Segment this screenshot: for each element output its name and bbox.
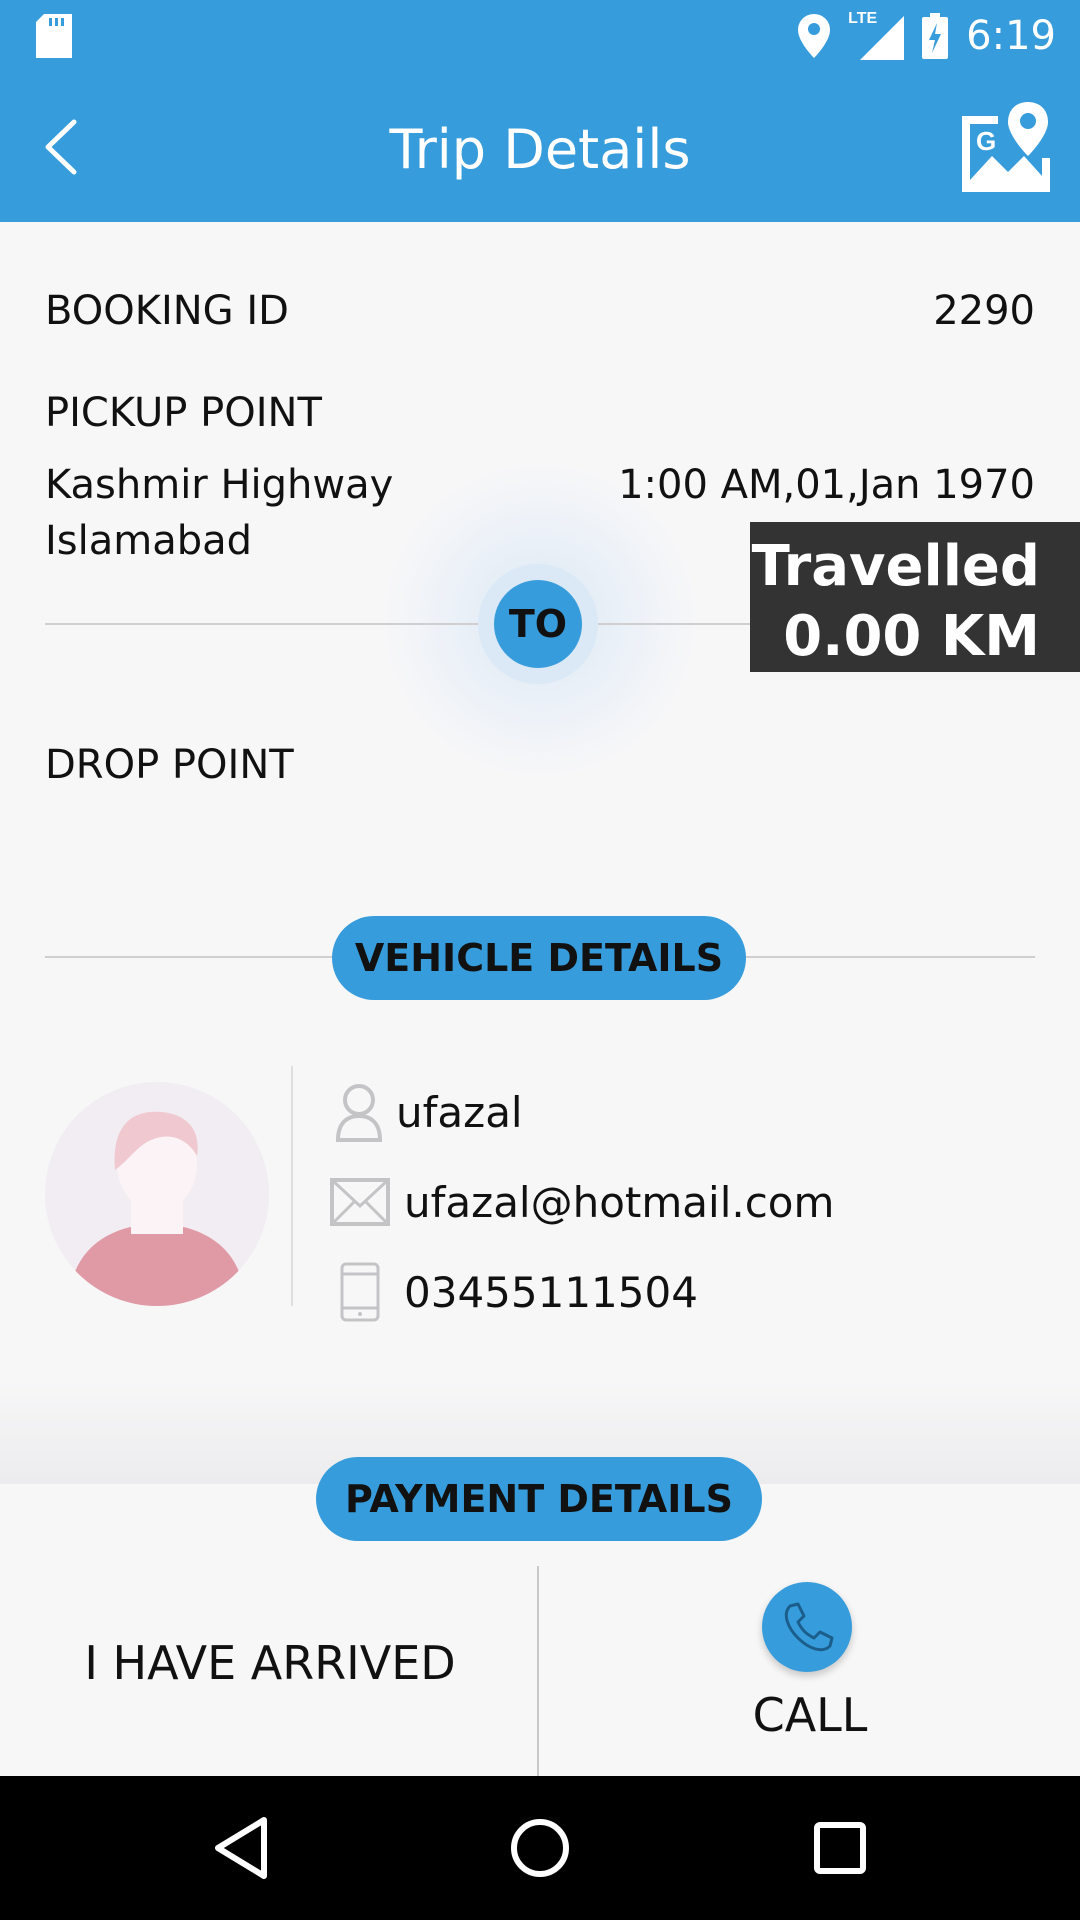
avatar [45,1082,269,1306]
travelled-label: Travelled [751,534,1040,599]
phone-icon [340,1262,380,1322]
page-title: Trip Details [389,118,691,181]
lte-signal-icon: LTE [848,10,905,60]
pickup-address-line1: Kashmir Highway [45,462,394,508]
status-bar: LTE 6:19 [0,0,1080,72]
driver-email[interactable]: ufazal@hotmail.com [404,1178,834,1227]
svg-text:G: G [976,126,996,156]
location-icon [798,14,831,58]
user-icon [335,1084,383,1142]
booking-id-value: 2290 [933,288,1035,334]
email-icon [330,1178,390,1226]
travelled-distance-overlay: Travelled 0.00 KM [750,522,1080,672]
nav-back-icon[interactable] [212,1816,270,1880]
booking-id-label: BOOKING ID [45,288,289,334]
nav-home-icon[interactable] [510,1818,570,1878]
phone-call-icon [784,1602,834,1652]
system-navigation-bar [0,1776,1080,1920]
driver-name: ufazal [396,1088,523,1137]
drop-point-label: DROP POINT [45,742,294,788]
battery-charging-icon [922,13,949,59]
vehicle-details-button[interactable]: VEHICLE DETAILS [332,916,746,1000]
travelled-value: 0.00 KM [783,604,1040,669]
nav-recents-icon[interactable] [814,1822,866,1874]
app-bar: Trip Details G [0,72,1080,222]
payment-details-button[interactable]: PAYMENT DETAILS [316,1457,762,1541]
driver-phone[interactable]: 03455111504 [404,1268,698,1317]
status-time: 6:19 [966,13,1056,59]
pickup-point-label: PICKUP POINT [45,390,322,436]
map-location-icon[interactable]: G [958,100,1050,196]
i-have-arrived-button[interactable]: I HAVE ARRIVED [60,1636,480,1690]
pickup-datetime: 1:00 AM,01,Jan 1970 [618,462,1035,508]
to-badge: TO [494,580,582,668]
pickup-address-line2: Islamabad [45,518,253,564]
sd-card-icon [36,14,72,58]
call-button[interactable] [762,1582,852,1672]
avatar-separator [291,1066,293,1306]
actions-separator [537,1566,539,1776]
call-label[interactable]: CALL [700,1688,920,1742]
